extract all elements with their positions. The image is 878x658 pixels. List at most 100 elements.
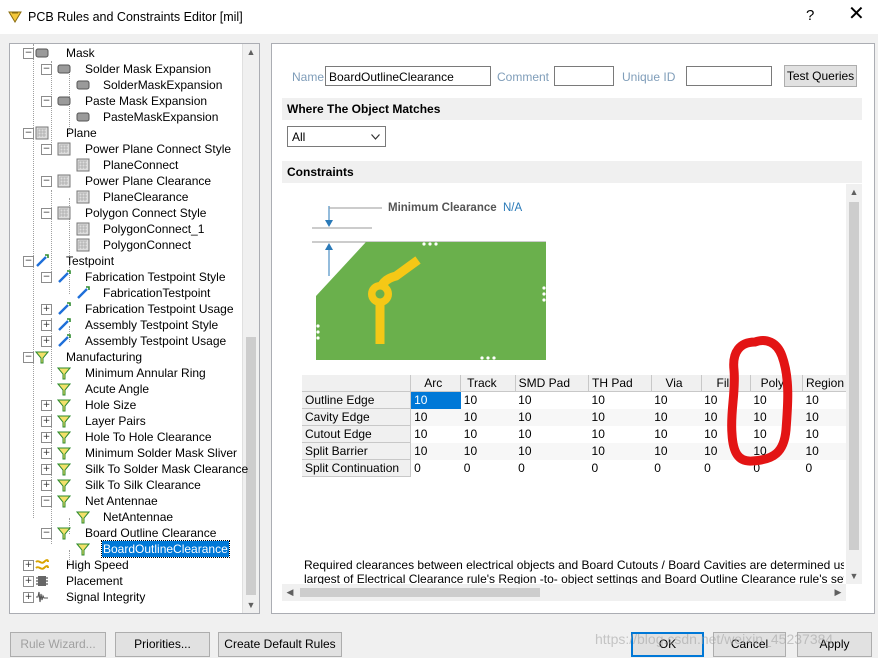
help-button[interactable]: ? [806, 7, 814, 24]
matrix-cell[interactable]: 0 [410, 459, 461, 477]
matrix-cell[interactable]: 10 [410, 408, 461, 426]
matrix-cell[interactable]: 10 [651, 391, 702, 409]
scroll-up-icon[interactable]: ▲ [846, 184, 862, 200]
collapse-icon[interactable]: − [41, 528, 52, 539]
tree-item[interactable]: − Manufacturing [10, 349, 240, 365]
collapse-icon[interactable]: − [23, 352, 34, 363]
expand-icon[interactable]: + [23, 576, 34, 587]
matrix-cell[interactable]: 10 [410, 425, 461, 443]
constraints-hscroll-thumb[interactable] [300, 588, 540, 597]
constraints-vscroll-thumb[interactable] [849, 202, 859, 550]
comment-field[interactable] [554, 66, 614, 86]
matrix-cell[interactable]: 10 [460, 408, 516, 426]
unique-id-field[interactable] [686, 66, 772, 86]
matrix-cell[interactable]: 10 [515, 408, 589, 426]
collapse-icon[interactable]: − [23, 48, 34, 59]
tree-item[interactable]: + Hole Size [10, 397, 240, 413]
tree-item[interactable]: Acute Angle [10, 381, 240, 397]
collapse-icon[interactable]: − [41, 496, 52, 507]
matrix-cell[interactable]: 10 [410, 442, 461, 460]
tree-item[interactable]: − Solder Mask Expansion [10, 61, 240, 77]
tree-item[interactable]: + Silk To Solder Mask Clearance [10, 461, 248, 477]
tree-item[interactable]: − Fabrication Testpoint Style [10, 269, 240, 285]
scroll-down-icon[interactable]: ▼ [243, 597, 259, 613]
collapse-icon[interactable]: − [41, 144, 52, 155]
scroll-left-icon[interactable]: ◀ [282, 584, 298, 601]
tree-item[interactable]: − Plane [10, 125, 240, 141]
tree-item[interactable]: PasteMaskExpansion [10, 109, 240, 125]
expand-icon[interactable]: + [41, 416, 52, 427]
matrix-cell[interactable]: 10 [588, 391, 652, 409]
create-default-rules-button[interactable]: Create Default Rules [218, 632, 342, 657]
collapse-icon[interactable]: − [41, 176, 52, 187]
tree-item[interactable]: + Assembly Testpoint Style [10, 317, 240, 333]
expand-icon[interactable]: + [23, 592, 34, 603]
tree-item[interactable]: − Mask [10, 45, 240, 61]
priorities-button[interactable]: Priorities... [115, 632, 210, 657]
matrix-cell[interactable]: 10 [588, 425, 652, 443]
tree-item[interactable]: + High Speed [10, 557, 240, 573]
collapse-icon[interactable]: − [41, 64, 52, 75]
matrix-cell[interactable]: 0 [515, 459, 589, 477]
tree-item[interactable]: − Net Antennae [10, 493, 240, 509]
matrix-cell[interactable]: 10 [515, 442, 589, 460]
expand-icon[interactable]: + [41, 400, 52, 411]
tree-item[interactable]: SolderMaskExpansion [10, 77, 240, 93]
tree-item[interactable]: FabricationTestpoint [10, 285, 240, 301]
matrix-cell[interactable]: 10 [460, 425, 516, 443]
matrix-cell[interactable]: 10 [651, 442, 702, 460]
scroll-up-icon[interactable]: ▲ [243, 44, 259, 60]
tree-item[interactable]: + Silk To Silk Clearance [10, 477, 240, 493]
expand-icon[interactable]: + [41, 304, 52, 315]
expand-icon[interactable]: + [41, 480, 52, 491]
expand-icon[interactable]: + [41, 320, 52, 331]
tree-item[interactable]: − Testpoint [10, 253, 240, 269]
matrix-cell[interactable]: 10 [651, 408, 702, 426]
tree-item[interactable]: + Assembly Testpoint Usage [10, 333, 240, 349]
close-button[interactable]: ✕ [848, 4, 865, 24]
matrix-cell[interactable]: 0 [588, 459, 652, 477]
matrix-cell[interactable]: 10 [588, 408, 652, 426]
rule-tree[interactable]: ▲ ▼ − Mask − Solder Mask Expansion SolderMas… [9, 43, 260, 614]
test-queries-button[interactable]: Test Queries [784, 65, 857, 87]
name-field[interactable]: BoardOutlineClearance [325, 66, 491, 86]
expand-icon[interactable]: + [41, 432, 52, 443]
tree-item[interactable]: + Layer Pairs [10, 413, 240, 429]
tree-item[interactable]: PolygonConnect [10, 237, 240, 253]
matrix-cell[interactable]: 10 [515, 425, 589, 443]
tree-item[interactable]: + Fabrication Testpoint Usage [10, 301, 240, 317]
tree-item[interactable]: Minimum Annular Ring [10, 365, 240, 381]
matrix-cell[interactable]: 10 [515, 391, 589, 409]
matrix-cell[interactable]: 10 [460, 391, 516, 409]
tree-item[interactable]: NetAntennae [10, 509, 240, 525]
matrix-cell[interactable]: 0 [651, 459, 702, 477]
tree-item[interactable]: PlaneConnect [10, 157, 240, 173]
matrix-cell[interactable]: 10 [460, 442, 516, 460]
tree-item[interactable]: PolygonConnect_1 [10, 221, 240, 237]
expand-icon[interactable]: + [41, 448, 52, 459]
tree-scrollbar[interactable]: ▲ ▼ [242, 44, 259, 613]
tree-item[interactable]: + Signal Integrity [10, 589, 240, 605]
tree-item[interactable]: − Polygon Connect Style [10, 205, 240, 221]
expand-icon[interactable]: + [41, 336, 52, 347]
matrix-cell[interactable]: 0 [460, 459, 516, 477]
constraints-hscrollbar[interactable]: ◀ ▶ [282, 584, 846, 601]
where-select[interactable]: All [287, 126, 386, 147]
tree-item[interactable]: − Power Plane Clearance [10, 173, 240, 189]
collapse-icon[interactable]: − [41, 272, 52, 283]
rule-wizard-button[interactable]: Rule Wizard... [10, 632, 106, 657]
matrix-cell[interactable]: 10 [410, 391, 461, 409]
scroll-right-icon[interactable]: ▶ [830, 584, 846, 601]
tree-item[interactable]: − Paste Mask Expansion [10, 93, 240, 109]
tree-item[interactable]: − Power Plane Connect Style [10, 141, 240, 157]
tree-item[interactable]: + Placement [10, 573, 240, 589]
tree-item[interactable]: + Hole To Hole Clearance [10, 429, 240, 445]
tree-item[interactable]: − Board Outline Clearance [10, 525, 240, 541]
tree-item[interactable]: + Minimum Solder Mask Sliver [10, 445, 240, 461]
collapse-icon[interactable]: − [23, 256, 34, 267]
expand-icon[interactable]: + [41, 464, 52, 475]
constraints-vscrollbar[interactable]: ▲ ▼ [846, 184, 862, 584]
collapse-icon[interactable]: − [41, 208, 52, 219]
collapse-icon[interactable]: − [41, 96, 52, 107]
tree-item[interactable]: BoardOutlineClearance [10, 540, 240, 558]
